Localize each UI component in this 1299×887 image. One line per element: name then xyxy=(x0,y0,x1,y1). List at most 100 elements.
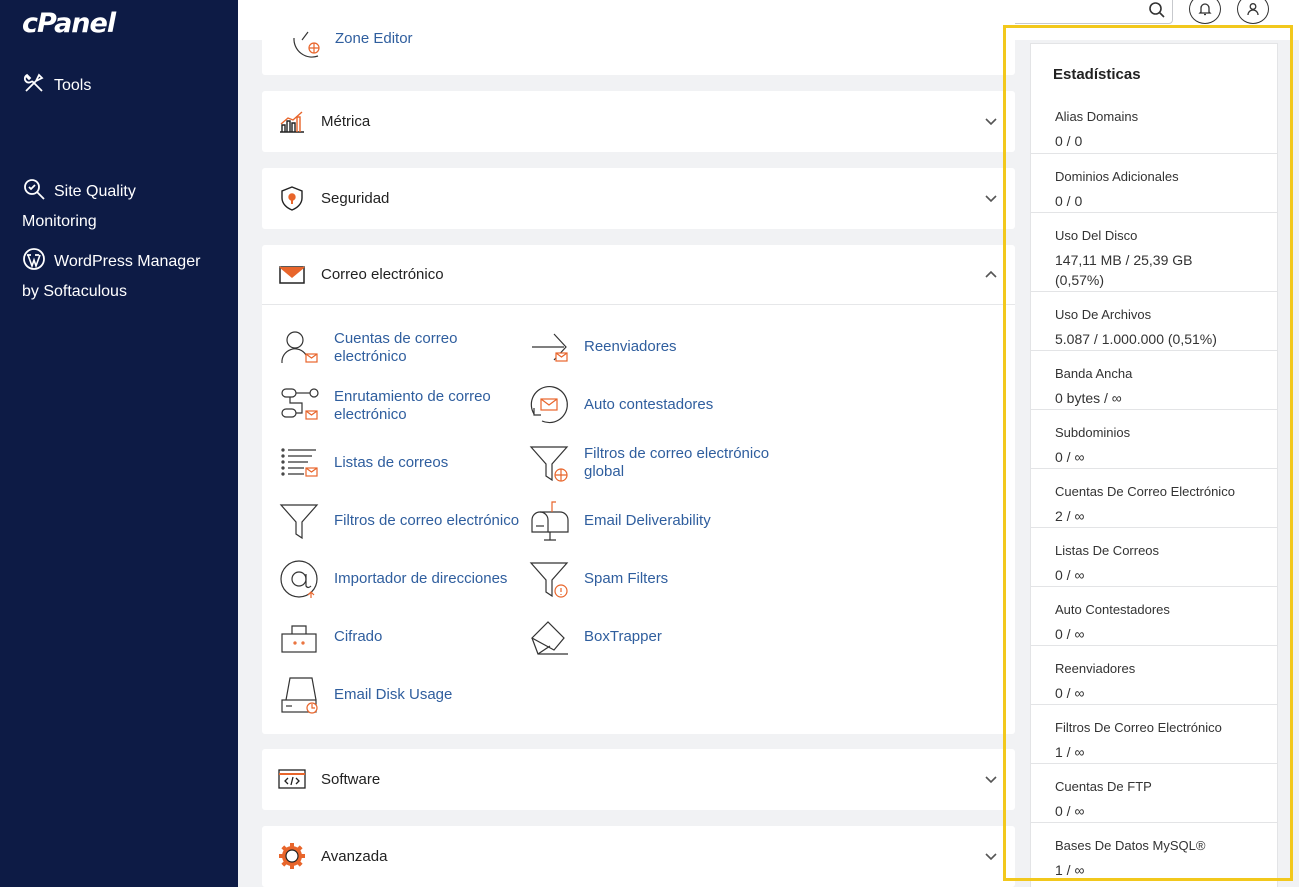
section-title: Métrica xyxy=(321,112,371,130)
correo-section: Correo electrónico Cuentas de correo ele… xyxy=(262,245,1015,734)
stat-value: 0 / ∞ xyxy=(1055,567,1085,583)
magnifier-icon xyxy=(22,147,46,200)
avanzada-section: Avanzada xyxy=(262,826,1015,887)
stat-value: 0 / 0 xyxy=(1055,133,1083,149)
stat-label: Cuentas De Correo Electrónico xyxy=(1055,484,1235,499)
tool-label: Listas de correos xyxy=(334,454,449,471)
stat-label: Uso Del Disco xyxy=(1055,228,1138,243)
tools-icon xyxy=(22,71,46,95)
tool-email-routing[interactable]: Enrutamiento de correo electrónico xyxy=(278,385,491,427)
section-title: Software xyxy=(321,770,381,788)
spam-filter-icon xyxy=(528,558,570,600)
stat-value: 147,11 MB / 25,39 GB (0,57%) xyxy=(1055,252,1193,288)
zone-editor-icon xyxy=(278,10,322,60)
tool-spam-filters[interactable]: Spam Filters xyxy=(528,558,668,600)
stat-row: Alias Domains 0 / 0 xyxy=(1031,94,1277,153)
section-title: Correo electrónico xyxy=(321,266,444,283)
stat-value: 0 / ∞ xyxy=(1055,803,1085,819)
stat-row: Filtros De Correo Electrónico 1 / ∞ xyxy=(1031,704,1277,763)
stat-row: Banda Ancha 0 bytes / ∞ xyxy=(1031,350,1277,409)
stat-label: Reenviadores xyxy=(1055,661,1136,676)
stats-panel: Estadísticas Alias Domains 0 / 0 Dominios … xyxy=(1030,43,1278,887)
sidebar-item-tools[interactable]: Tools xyxy=(22,71,227,101)
chevron-down-icon xyxy=(985,853,997,861)
stat-label: Auto Contestadores xyxy=(1055,602,1170,617)
cpanel-logo[interactable]: cPanel xyxy=(22,8,116,39)
stat-label: Cuentas De FTP xyxy=(1055,779,1152,794)
stat-value: 0 / ∞ xyxy=(1055,626,1085,642)
forwarders-icon xyxy=(528,326,570,368)
global-filter-icon xyxy=(528,442,570,484)
avanzada-header[interactable]: Avanzada xyxy=(278,826,999,886)
tool-email-disk-usage[interactable]: Email Disk Usage xyxy=(278,674,452,716)
stat-value: 0 / 0 xyxy=(1055,193,1083,209)
tool-label: Email Disk Usage xyxy=(334,686,453,703)
section-title: Avanzada xyxy=(321,847,388,865)
tool-global-email-filters[interactable]: Filtros de correo electrónico global xyxy=(528,442,769,484)
stat-label: Dominios Adicionales xyxy=(1055,169,1179,184)
stat-label: Banda Ancha xyxy=(1055,366,1133,381)
tool-label: Filtros de correo electrónico global xyxy=(584,445,770,480)
wordpress-icon xyxy=(22,217,46,270)
code-window-icon xyxy=(278,765,306,793)
stat-label: Uso De Archivos xyxy=(1055,307,1152,322)
software-header[interactable]: Software xyxy=(278,749,999,809)
tool-label: Cifrado xyxy=(334,628,383,645)
email-accounts-icon xyxy=(278,327,320,369)
metrica-section: Métrica xyxy=(262,91,1015,152)
tool-label: Reenviadores xyxy=(584,338,677,355)
shield-icon xyxy=(278,184,306,212)
tool-encryption[interactable]: Cifrado xyxy=(278,616,382,658)
stat-row: Listas De Correos 0 / ∞ xyxy=(1031,527,1277,586)
email-routing-icon xyxy=(278,385,320,427)
zone-editor-link[interactable]: Zone Editor xyxy=(335,30,413,44)
sidebar-item-label: Tools xyxy=(54,77,92,94)
gear-icon xyxy=(278,842,306,870)
mailbox-icon xyxy=(528,500,570,542)
chevron-down-icon xyxy=(985,195,997,203)
seguridad-header[interactable]: Seguridad xyxy=(278,168,999,228)
email-filter-icon xyxy=(278,500,320,542)
chevron-up-icon xyxy=(985,270,997,278)
tool-boxtrapper[interactable]: BoxTrapper xyxy=(528,616,662,658)
tool-label: Importador de direcciones xyxy=(334,570,508,587)
stat-row: Subdominios 0 / ∞ xyxy=(1031,409,1277,468)
tool-email-filters[interactable]: Filtros de correo electrónico xyxy=(278,500,519,542)
sidebar: cPanel Tools Site Quality Monitoring Wor… xyxy=(0,0,238,887)
tool-email-accounts[interactable]: Cuentas de correo electrónico xyxy=(278,327,457,369)
tool-autoresponders[interactable]: Auto contestadores xyxy=(528,384,713,426)
tool-mailing-lists[interactable]: Listas de correos xyxy=(278,442,448,484)
stat-row: Auto Contestadores 0 / ∞ xyxy=(1031,586,1277,645)
stat-value: 2 / ∞ xyxy=(1055,508,1085,524)
chevron-down-icon xyxy=(985,776,997,784)
stat-value: 1 / ∞ xyxy=(1055,744,1085,760)
address-importer-icon xyxy=(278,558,320,600)
search-icon[interactable] xyxy=(1148,1,1166,19)
stat-label: Subdominios xyxy=(1055,425,1131,440)
stat-value: 1 / ∞ xyxy=(1055,862,1085,878)
tool-label: Email Deliverability xyxy=(584,512,711,529)
boxtrapper-icon xyxy=(528,616,570,658)
stat-row: Cuentas De FTP 0 / ∞ xyxy=(1031,763,1277,822)
correo-header[interactable]: Correo electrónico xyxy=(262,245,1015,305)
user-icon xyxy=(1247,3,1259,16)
software-section: Software xyxy=(262,749,1015,810)
stat-row: Bases De Datos MySQL® 1 / ∞ xyxy=(1031,822,1277,881)
sidebar-item-wordpress[interactable]: WordPress Manager by Softaculous xyxy=(22,187,227,307)
tool-label: Auto contestadores xyxy=(584,396,714,413)
stat-value: 0 bytes / ∞ xyxy=(1055,390,1122,406)
tool-email-deliverability[interactable]: Email Deliverability xyxy=(528,500,711,542)
stats-title: Estadísticas xyxy=(1053,66,1141,83)
encryption-icon xyxy=(278,616,320,658)
metrica-header[interactable]: Métrica xyxy=(278,91,999,151)
tool-forwarders[interactable]: Reenviadores xyxy=(528,326,677,368)
envelope-icon xyxy=(278,261,306,289)
stat-row: Cuentas De Correo Electrónico 2 / ∞ xyxy=(1031,468,1277,527)
zone-editor-card: Zone Editor xyxy=(262,0,1015,75)
seguridad-section: Seguridad xyxy=(262,168,1015,229)
stat-label: Bases De Datos MySQL® xyxy=(1055,838,1206,853)
tool-label: Enrutamiento de correo electrónico xyxy=(334,388,491,423)
tool-address-importer[interactable]: Importador de direcciones xyxy=(278,558,507,600)
tool-label: Cuentas de correo electrónico xyxy=(334,330,458,365)
stat-value: 5.087 / 1.000.000 (0,51%) xyxy=(1055,331,1217,347)
